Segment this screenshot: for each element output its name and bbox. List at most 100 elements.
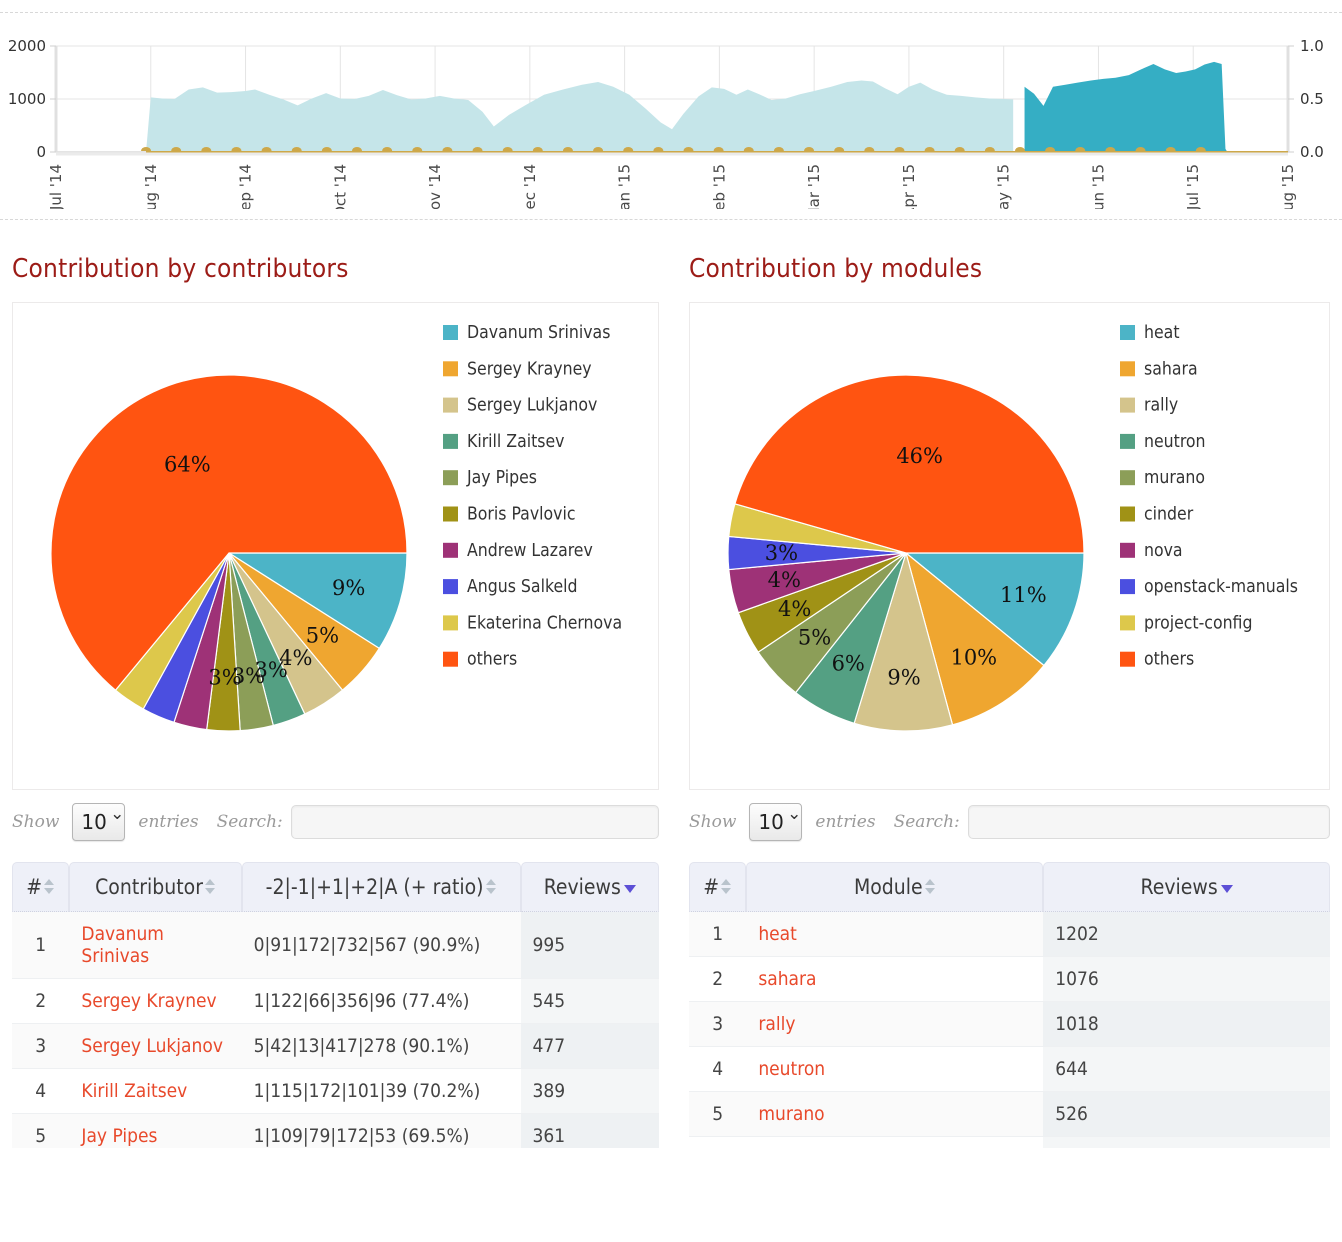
modules-page-size-select[interactable]: 102550100: [749, 803, 802, 841]
sort-both-icon[interactable]: [486, 878, 497, 898]
contributor-link[interactable]: Sergey Kraynev: [81, 990, 216, 1012]
legend-label[interactable]: heat: [1144, 323, 1180, 343]
table-row[interactable]: 3rally1018: [689, 1002, 1330, 1047]
table-row[interactable]: 2Sergey Kraynev1|122|66|356|96 (77.4%)54…: [12, 979, 659, 1024]
row-module[interactable]: murano: [746, 1092, 1043, 1137]
col-header-contributor[interactable]: Contributor: [69, 862, 241, 912]
module-link[interactable]: sahara: [758, 968, 816, 990]
row-contributor[interactable]: Sergey Lukjanov: [69, 1024, 241, 1069]
table-row[interactable]: 3Sergey Lukjanov5|42|13|417|278 (90.1%)4…: [12, 1024, 659, 1069]
contributors-pie-chart[interactable]: 9%5%4%3%3%3%64%Davanum SrinivasSergey Kr…: [13, 303, 658, 789]
row-reviews: 644: [1043, 1047, 1330, 1092]
sort-both-icon[interactable]: [721, 878, 732, 898]
legend-label[interactable]: openstack-manuals: [1144, 577, 1298, 597]
legend-swatch: [1120, 398, 1135, 413]
legend-label[interactable]: Sergey Krayney: [467, 359, 592, 379]
row-module[interactable]: sahara: [746, 957, 1043, 1002]
pie-slice-label: 9%: [332, 576, 365, 600]
search-label: Search:: [217, 812, 283, 832]
legend-swatch: [1120, 579, 1135, 594]
legend-swatch: [443, 398, 458, 413]
legend-label[interactable]: murano: [1144, 468, 1205, 488]
col-header-reviews[interactable]: Reviews: [1043, 862, 1330, 912]
row-index: 2: [12, 979, 69, 1024]
module-link[interactable]: heat: [758, 923, 797, 945]
contributor-link[interactable]: Sergey Lukjanov: [81, 1035, 223, 1057]
contributors-page-size-select[interactable]: 102550100: [72, 803, 125, 841]
sort-descending-icon[interactable]: [1221, 885, 1233, 893]
table-row[interactable]: 4Kirill Zaitsev1|115|172|101|39 (70.2%)3…: [12, 1069, 659, 1114]
col-header-index[interactable]: #: [12, 862, 69, 912]
row-contributor[interactable]: Davanum Srinivas: [69, 912, 241, 979]
legend-swatch: [443, 434, 458, 449]
activity-timeline-chart[interactable]: 0100020000.00.51.0Jul '14Aug '14Sep '14O…: [0, 13, 1342, 209]
legend-label[interactable]: Davanum Srinivas: [467, 323, 610, 343]
row-contributor[interactable]: Kirill Zaitsev: [69, 1069, 241, 1114]
row-reviews: 389: [521, 1069, 659, 1114]
legend-swatch: [443, 361, 458, 376]
row-marks: 1|109|79|172|53 (69.5%): [242, 1114, 521, 1148]
svg-text:Sep '14: Sep '14: [237, 164, 255, 209]
row-contributor[interactable]: Jay Pipes: [69, 1114, 241, 1148]
legend-label[interactable]: nova: [1144, 541, 1183, 561]
contributor-link[interactable]: Kirill Zaitsev: [81, 1080, 187, 1102]
col-header-reviews[interactable]: Reviews: [521, 862, 659, 912]
activity-timeline-section[interactable]: 0100020000.00.51.0Jul '14Aug '14Sep '14O…: [0, 13, 1342, 209]
table-row[interactable]: 1Davanum Srinivas0|91|172|732|567 (90.9%…: [12, 912, 659, 979]
legend-label[interactable]: Jay Pipes: [466, 468, 537, 488]
sort-both-icon[interactable]: [925, 878, 936, 898]
contributors-table-controls: Show 102550100 entries Search:: [12, 796, 659, 848]
sort-both-icon[interactable]: [205, 878, 216, 898]
legend-label[interactable]: others: [467, 650, 517, 670]
legend-label[interactable]: cinder: [1144, 505, 1194, 525]
show-label: Show: [689, 812, 736, 832]
legend-label[interactable]: rally: [1144, 396, 1178, 416]
legend-label[interactable]: Andrew Lazarev: [467, 541, 593, 561]
col-header-marks[interactable]: -2|-1|+1|+2|A (+ ratio): [242, 862, 521, 912]
svg-text:Jan '15: Jan '15: [616, 164, 634, 209]
sort-both-icon[interactable]: [44, 878, 55, 898]
table-row[interactable]: 5Jay Pipes1|109|79|172|53 (69.5%)361: [12, 1114, 659, 1148]
modules-search-input[interactable]: [968, 805, 1330, 839]
table-row[interactable]: 4neutron644: [689, 1047, 1330, 1092]
table-row[interactable]: 2sahara1076: [689, 957, 1330, 1002]
row-module[interactable]: heat: [746, 912, 1043, 957]
legend-swatch: [1120, 470, 1135, 485]
legend-label[interactable]: Boris Pavlovic: [467, 505, 576, 525]
table-row[interactable]: 6cinder498: [689, 1137, 1330, 1148]
row-module[interactable]: neutron: [746, 1047, 1043, 1092]
legend-label[interactable]: neutron: [1144, 432, 1206, 452]
legend-label[interactable]: Ekaterina Chernova: [467, 613, 622, 633]
contributor-link[interactable]: Davanum Srinivas: [81, 923, 164, 967]
legend-swatch: [443, 579, 458, 594]
row-contributor[interactable]: Sergey Kraynev: [69, 979, 241, 1024]
svg-text:Nov '14: Nov '14: [426, 164, 444, 209]
show-label: Show: [12, 812, 59, 832]
col-header-module[interactable]: Module: [746, 862, 1043, 912]
contributor-link[interactable]: Jay Pipes: [81, 1125, 157, 1147]
legend-label[interactable]: sahara: [1144, 359, 1198, 379]
col-label-reviews: Reviews: [544, 875, 621, 899]
table-header-row: # Contributor -2|-1|+1|+2|A (+ ratio) Re…: [12, 862, 659, 912]
legend-swatch: [1120, 507, 1135, 522]
contributors-table-head: # Contributor -2|-1|+1|+2|A (+ ratio) Re…: [12, 862, 659, 912]
row-module[interactable]: rally: [746, 1002, 1043, 1047]
legend-label[interactable]: Kirill Zaitsev: [467, 432, 564, 452]
module-link[interactable]: rally: [758, 1013, 795, 1035]
modules-pie-chart[interactable]: 11%10%9%6%5%4%4%3%46%heatsahararallyneut…: [690, 303, 1335, 789]
module-link[interactable]: murano: [758, 1103, 824, 1125]
table-row[interactable]: 1heat1202: [689, 912, 1330, 957]
svg-text:Mar '15: Mar '15: [805, 164, 823, 209]
col-header-index[interactable]: #: [689, 862, 746, 912]
sort-descending-icon[interactable]: [624, 885, 636, 893]
legend-swatch: [443, 652, 458, 667]
legend-label[interactable]: Sergey Lukjanov: [467, 396, 597, 416]
module-link[interactable]: neutron: [758, 1058, 825, 1080]
contributors-search-input[interactable]: [291, 805, 659, 839]
row-module[interactable]: cinder: [746, 1137, 1043, 1148]
table-row[interactable]: 5murano526: [689, 1092, 1330, 1137]
row-reviews: 477: [521, 1024, 659, 1069]
legend-label[interactable]: Angus Salkeld: [467, 577, 578, 597]
legend-label[interactable]: others: [1144, 650, 1194, 670]
legend-label[interactable]: project-config: [1144, 613, 1252, 633]
